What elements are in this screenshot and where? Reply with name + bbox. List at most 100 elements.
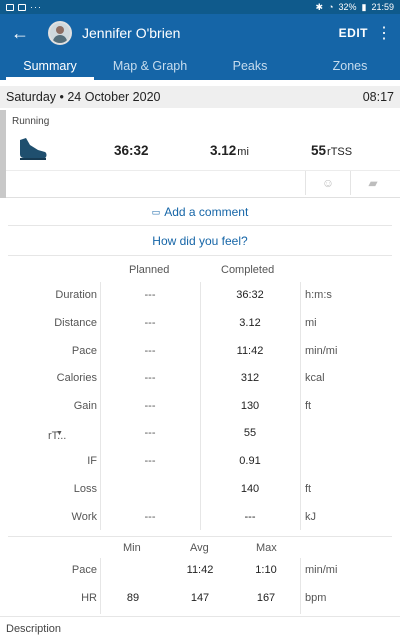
planned-value: --- bbox=[144, 511, 156, 523]
stats-row-gain: Gain --- 130 ft bbox=[0, 397, 400, 417]
completed-value: 130 bbox=[240, 400, 260, 412]
unit: min/mi bbox=[305, 345, 338, 357]
back-arrow-icon[interactable]: ← bbox=[0, 14, 40, 52]
notification-icon bbox=[6, 3, 14, 11]
status-bar: ··· ✱ ◔ 32% ▮ 21:59 bbox=[0, 0, 400, 14]
unit: ft bbox=[305, 483, 312, 495]
stats-row-calories: Calories --- 312 kcal bbox=[0, 369, 400, 389]
image-icon bbox=[18, 3, 26, 11]
comment-icon[interactable]: ▰ bbox=[350, 171, 395, 195]
tab-summary[interactable]: Summary bbox=[0, 52, 100, 80]
divider bbox=[8, 255, 392, 256]
min-value: 89 bbox=[126, 592, 140, 604]
how-did-you-feel-link[interactable]: How did you feel? bbox=[0, 232, 400, 250]
unit: min/mi bbox=[305, 564, 338, 576]
sport-label: Running bbox=[12, 116, 50, 127]
description-label: Description bbox=[6, 623, 62, 635]
planned-value: --- bbox=[144, 317, 156, 329]
more-vert-icon[interactable]: ⋮ bbox=[368, 14, 400, 52]
more-notifications-icon: ··· bbox=[30, 2, 42, 12]
row-label: Pace bbox=[71, 564, 97, 576]
tss-value: 55 bbox=[311, 143, 327, 158]
duration-metric: 36:32 bbox=[114, 143, 149, 158]
running-shoe-icon bbox=[20, 138, 47, 160]
battery-level: 32% bbox=[338, 2, 357, 12]
max-value: 167 bbox=[256, 592, 276, 604]
tab-zones[interactable]: Zones bbox=[300, 52, 400, 80]
avatar[interactable] bbox=[48, 21, 72, 45]
completed-value: 11:42 bbox=[236, 345, 264, 357]
row-label: HR bbox=[81, 592, 97, 604]
planned-value: --- bbox=[144, 400, 156, 412]
unit: mi bbox=[305, 317, 317, 329]
completed-value: 140 bbox=[240, 483, 260, 495]
stats-row-if: IF --- 0.91 bbox=[0, 452, 400, 472]
row-label: Calories bbox=[56, 372, 97, 384]
unit: bpm bbox=[305, 592, 327, 604]
app-bar: ← Jennifer O'brien EDIT ⋮ bbox=[0, 14, 400, 52]
row-label: Pace bbox=[71, 345, 97, 357]
distance-metric: 3.12mi bbox=[210, 143, 249, 158]
row-label: Distance bbox=[54, 317, 97, 329]
divider bbox=[8, 536, 392, 537]
unit: h:m:s bbox=[305, 289, 332, 301]
add-comment-label: Add a comment bbox=[164, 205, 249, 219]
stats-row-work: Work --- --- kJ bbox=[0, 508, 400, 528]
tss-unit: rTSS bbox=[327, 146, 353, 158]
planned-header: Planned bbox=[129, 264, 170, 276]
planned-value: --- bbox=[144, 427, 156, 439]
stats-row-distance: Distance --- 3.12 mi bbox=[0, 314, 400, 334]
tss-metric: 55rTSS bbox=[311, 143, 352, 158]
tab-bar: Summary Map & Graph Peaks Zones bbox=[0, 52, 400, 80]
row-label: Loss bbox=[73, 483, 97, 495]
divider bbox=[0, 616, 400, 617]
clock: 21:59 bbox=[371, 2, 394, 12]
dropdown-caret-icon: ▼ bbox=[56, 430, 63, 437]
unit: ft bbox=[305, 400, 312, 412]
athlete-name: Jennifer O'brien bbox=[82, 25, 181, 41]
completed-value: 3.12 bbox=[239, 317, 261, 329]
workout-date: Saturday • 24 October 2020 bbox=[6, 90, 161, 104]
row-label: Duration bbox=[55, 289, 97, 301]
row-label: IF bbox=[87, 455, 97, 467]
distance-value: 3.12 bbox=[210, 143, 237, 158]
avg-value: 11:42 bbox=[186, 564, 214, 576]
range-row-pace: Pace 11:42 1:10 min/mi bbox=[0, 561, 400, 581]
stats-row-pace: Pace --- 11:42 min/mi bbox=[0, 342, 400, 362]
range-row-hr: HR 89 147 167 bpm bbox=[0, 589, 400, 609]
wifi-icon: ◔ bbox=[328, 2, 334, 12]
unit: kJ bbox=[305, 511, 316, 523]
completed-value: 312 bbox=[240, 372, 260, 384]
stats-row-rtss: rT... ▼ --- 55 bbox=[0, 424, 400, 444]
planned-value: --- bbox=[144, 345, 156, 357]
battery-icon: ▮ bbox=[361, 1, 367, 12]
workout-time: 08:17 bbox=[362, 90, 394, 104]
planned-value: --- bbox=[144, 455, 156, 467]
duration-value: 36:32 bbox=[114, 143, 149, 158]
planned-value: --- bbox=[144, 372, 156, 384]
workout-card[interactable]: Running 36:32 3.12mi 55rTSS ☺ ▰ bbox=[0, 110, 400, 198]
stats-row-duration: Duration --- 36:32 h:m:s bbox=[0, 286, 400, 306]
distance-unit: mi bbox=[237, 146, 249, 158]
max-header: Max bbox=[256, 542, 277, 554]
avg-header: Avg bbox=[190, 542, 209, 554]
tab-map-graph[interactable]: Map & Graph bbox=[100, 52, 200, 80]
tab-peaks[interactable]: Peaks bbox=[200, 52, 300, 80]
card-actions: ☺ ▰ bbox=[305, 171, 395, 195]
completed-value: 36:32 bbox=[236, 289, 264, 301]
planned-value: --- bbox=[144, 289, 156, 301]
comment-bubble-icon: ▭ bbox=[151, 206, 161, 217]
workout-date-bar: Saturday • 24 October 2020 08:17 bbox=[0, 86, 400, 108]
stats-row-loss: Loss 140 ft bbox=[0, 480, 400, 500]
avg-value: 147 bbox=[190, 592, 210, 604]
card-accent bbox=[0, 110, 6, 198]
smiley-icon[interactable]: ☺ bbox=[306, 171, 350, 195]
completed-value: 55 bbox=[243, 427, 257, 439]
add-comment-link[interactable]: ▭ Add a comment bbox=[0, 203, 400, 221]
min-header: Min bbox=[123, 542, 141, 554]
edit-button[interactable]: EDIT bbox=[339, 26, 368, 40]
divider bbox=[8, 225, 392, 226]
completed-header: Completed bbox=[221, 264, 275, 276]
completed-value: 0.91 bbox=[239, 455, 261, 467]
row-label: Gain bbox=[73, 400, 97, 412]
